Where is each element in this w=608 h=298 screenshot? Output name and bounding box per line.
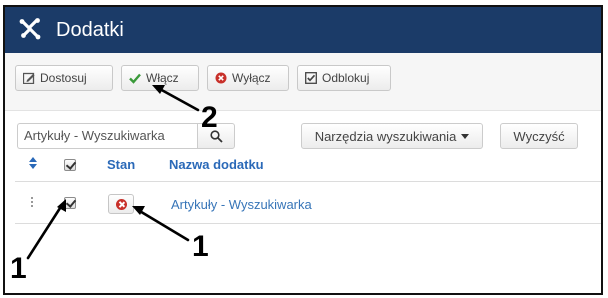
search-tools-button[interactable]: Narzędzia wyszukiwania xyxy=(301,123,483,149)
caret-down-icon xyxy=(461,133,470,139)
enable-button[interactable]: Włącz xyxy=(121,65,199,91)
page-header: Dodatki xyxy=(5,7,601,53)
plugin-name-link[interactable]: Artykuły - Wyszukiwarka xyxy=(171,197,312,212)
page-title: Dodatki xyxy=(56,19,124,41)
search-input[interactable]: Artykuły - Wyszukiwarka xyxy=(17,123,197,149)
drag-handle-icon[interactable] xyxy=(31,197,35,209)
row-checkbox[interactable] xyxy=(64,197,76,209)
checkbox-icon xyxy=(305,72,317,84)
search-tools-label: Narzędzia wyszukiwania xyxy=(314,128,457,144)
customize-label: Dostosuj xyxy=(40,71,87,85)
enable-label: Włącz xyxy=(146,71,179,85)
disable-label: Wyłącz xyxy=(232,71,271,85)
disabled-status-icon xyxy=(115,198,127,210)
disable-button[interactable]: Wyłącz xyxy=(207,65,289,91)
annotation-label-2: 2 xyxy=(201,101,218,134)
annotation-label-1-status: 1 xyxy=(192,230,209,263)
column-header-plugin-name[interactable]: Nazwa dodatku xyxy=(169,157,264,172)
toolbar: Dostosuj Włącz Wyłącz Odblokuj xyxy=(5,53,601,111)
unlock-button[interactable]: Odblokuj xyxy=(297,65,391,91)
sort-icon[interactable] xyxy=(29,157,37,169)
customize-button[interactable]: Dostosuj xyxy=(15,65,113,91)
table-divider xyxy=(15,223,601,224)
select-all-checkbox[interactable] xyxy=(64,159,76,171)
disable-icon xyxy=(215,72,227,84)
status-toggle-button[interactable] xyxy=(108,194,134,214)
unlock-label: Odblokuj xyxy=(322,71,370,85)
edit-icon xyxy=(23,72,35,84)
clear-button[interactable]: Wyczyść xyxy=(500,123,578,149)
check-icon xyxy=(129,73,141,84)
column-header-status[interactable]: Stan xyxy=(107,157,135,172)
app-window: Dodatki Dostosuj Włącz Wyłącz Odblokuj A… xyxy=(3,5,603,295)
table-divider xyxy=(15,181,601,182)
annotation-label-1-checkbox: 1 xyxy=(10,252,27,285)
joomla-logo-icon xyxy=(19,18,41,40)
